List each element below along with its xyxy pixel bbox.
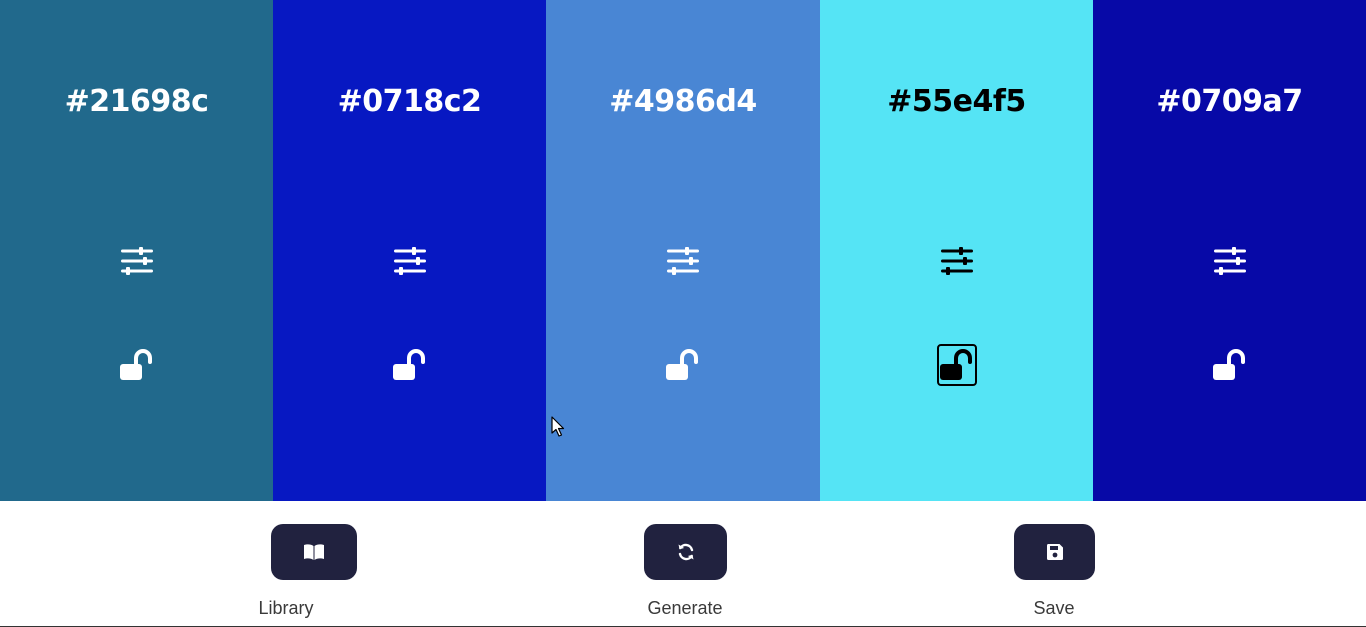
sliders-icon — [667, 247, 699, 275]
generate-button[interactable] — [644, 524, 727, 580]
save-label: Save — [1033, 598, 1075, 618]
adjust-button[interactable] — [392, 243, 428, 279]
save-button[interactable] — [1014, 524, 1095, 580]
sliders-icon — [940, 247, 973, 275]
hex-label[interactable]: #0718c2 — [273, 84, 546, 119]
unlock-icon — [119, 349, 152, 380]
adjust-button[interactable] — [939, 243, 975, 279]
lock-button[interactable] — [117, 344, 157, 386]
sliders-icon — [120, 247, 153, 275]
hex-label[interactable]: #4986d4 — [546, 84, 820, 119]
color-swatch-1: #21698c — [0, 0, 273, 501]
hex-label[interactable]: #0709a7 — [1093, 84, 1366, 119]
unlock-icon — [1212, 349, 1245, 380]
refresh-icon — [678, 543, 693, 561]
library-label: Library — [258, 598, 314, 618]
unlock-icon — [666, 349, 698, 380]
lock-button[interactable] — [1210, 344, 1250, 386]
color-swatch-4: #55e4f5 — [820, 0, 1093, 501]
unlock-icon — [939, 349, 972, 380]
floppy-disk-icon — [1046, 544, 1063, 560]
color-palette: #21698c #0718c2 #4986d4 #55e4f5 #0709a7 — [0, 0, 1366, 501]
lock-button[interactable] — [390, 344, 430, 386]
adjust-button[interactable] — [119, 243, 155, 279]
generate-label: Generate — [647, 598, 723, 618]
sliders-icon — [1213, 247, 1246, 275]
sliders-icon — [393, 247, 426, 275]
color-swatch-2: #0718c2 — [273, 0, 546, 501]
library-button[interactable] — [271, 524, 357, 580]
controls-panel: Library Generate Save — [0, 501, 1366, 627]
hex-label[interactable]: #21698c — [0, 84, 273, 119]
lock-button[interactable] — [936, 344, 977, 386]
color-swatch-5: #0709a7 — [1093, 0, 1366, 501]
hex-label[interactable]: #55e4f5 — [820, 84, 1093, 119]
adjust-button[interactable] — [1212, 243, 1248, 279]
mouse-pointer-icon — [551, 416, 565, 437]
lock-button[interactable] — [663, 344, 703, 386]
book-open-icon — [304, 544, 324, 560]
adjust-button[interactable] — [665, 243, 701, 279]
unlock-icon — [392, 349, 425, 380]
color-swatch-3: #4986d4 — [546, 0, 820, 501]
